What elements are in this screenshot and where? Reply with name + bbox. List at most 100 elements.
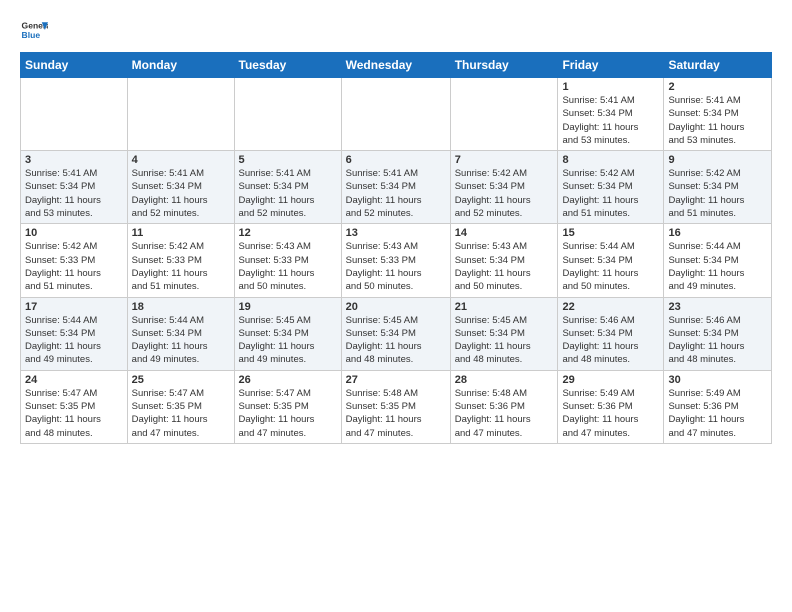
day-info: Sunrise: 5:41 AMSunset: 5:34 PMDaylight:…: [562, 94, 659, 147]
day-number: 8: [562, 154, 659, 166]
day-number: 24: [25, 374, 123, 386]
day-info: Sunrise: 5:44 AMSunset: 5:34 PMDaylight:…: [132, 314, 230, 367]
day-number: 20: [346, 301, 446, 313]
day-info: Sunrise: 5:48 AMSunset: 5:35 PMDaylight:…: [346, 387, 446, 440]
calendar-cell: 26Sunrise: 5:47 AMSunset: 5:35 PMDayligh…: [234, 370, 341, 443]
calendar-week-row: 24Sunrise: 5:47 AMSunset: 5:35 PMDayligh…: [21, 370, 772, 443]
day-number: 13: [346, 227, 446, 239]
calendar-cell: 24Sunrise: 5:47 AMSunset: 5:35 PMDayligh…: [21, 370, 128, 443]
day-number: 25: [132, 374, 230, 386]
calendar-cell: 5Sunrise: 5:41 AMSunset: 5:34 PMDaylight…: [234, 151, 341, 224]
day-number: 28: [455, 374, 554, 386]
logo: General Blue: [20, 16, 48, 44]
col-header-sunday: Sunday: [21, 53, 128, 78]
day-number: 21: [455, 301, 554, 313]
calendar-cell: 3Sunrise: 5:41 AMSunset: 5:34 PMDaylight…: [21, 151, 128, 224]
day-info: Sunrise: 5:41 AMSunset: 5:34 PMDaylight:…: [346, 167, 446, 220]
calendar-cell: 1Sunrise: 5:41 AMSunset: 5:34 PMDaylight…: [558, 78, 664, 151]
day-info: Sunrise: 5:46 AMSunset: 5:34 PMDaylight:…: [668, 314, 767, 367]
header: General Blue: [20, 16, 772, 44]
day-info: Sunrise: 5:47 AMSunset: 5:35 PMDaylight:…: [132, 387, 230, 440]
calendar-cell: 30Sunrise: 5:49 AMSunset: 5:36 PMDayligh…: [664, 370, 772, 443]
calendar-cell: 16Sunrise: 5:44 AMSunset: 5:34 PMDayligh…: [664, 224, 772, 297]
calendar-cell: 4Sunrise: 5:41 AMSunset: 5:34 PMDaylight…: [127, 151, 234, 224]
day-number: 9: [668, 154, 767, 166]
calendar-week-row: 17Sunrise: 5:44 AMSunset: 5:34 PMDayligh…: [21, 297, 772, 370]
day-info: Sunrise: 5:42 AMSunset: 5:33 PMDaylight:…: [132, 240, 230, 293]
day-number: 6: [346, 154, 446, 166]
day-info: Sunrise: 5:41 AMSunset: 5:34 PMDaylight:…: [132, 167, 230, 220]
calendar-cell: 8Sunrise: 5:42 AMSunset: 5:34 PMDaylight…: [558, 151, 664, 224]
day-info: Sunrise: 5:45 AMSunset: 5:34 PMDaylight:…: [239, 314, 337, 367]
calendar-cell: 22Sunrise: 5:46 AMSunset: 5:34 PMDayligh…: [558, 297, 664, 370]
col-header-monday: Monday: [127, 53, 234, 78]
calendar-cell: [341, 78, 450, 151]
day-number: 29: [562, 374, 659, 386]
day-number: 14: [455, 227, 554, 239]
calendar-cell: 29Sunrise: 5:49 AMSunset: 5:36 PMDayligh…: [558, 370, 664, 443]
calendar-week-row: 10Sunrise: 5:42 AMSunset: 5:33 PMDayligh…: [21, 224, 772, 297]
col-header-saturday: Saturday: [664, 53, 772, 78]
calendar-cell: [21, 78, 128, 151]
calendar-table: SundayMondayTuesdayWednesdayThursdayFrid…: [20, 52, 772, 444]
calendar-cell: 7Sunrise: 5:42 AMSunset: 5:34 PMDaylight…: [450, 151, 558, 224]
calendar-header-row: SundayMondayTuesdayWednesdayThursdayFrid…: [21, 53, 772, 78]
day-info: Sunrise: 5:47 AMSunset: 5:35 PMDaylight:…: [25, 387, 123, 440]
day-info: Sunrise: 5:45 AMSunset: 5:34 PMDaylight:…: [346, 314, 446, 367]
day-number: 18: [132, 301, 230, 313]
day-info: Sunrise: 5:44 AMSunset: 5:34 PMDaylight:…: [25, 314, 123, 367]
day-number: 27: [346, 374, 446, 386]
day-number: 22: [562, 301, 659, 313]
calendar-cell: 28Sunrise: 5:48 AMSunset: 5:36 PMDayligh…: [450, 370, 558, 443]
calendar-cell: 6Sunrise: 5:41 AMSunset: 5:34 PMDaylight…: [341, 151, 450, 224]
col-header-friday: Friday: [558, 53, 664, 78]
day-info: Sunrise: 5:43 AMSunset: 5:33 PMDaylight:…: [239, 240, 337, 293]
calendar-cell: 11Sunrise: 5:42 AMSunset: 5:33 PMDayligh…: [127, 224, 234, 297]
calendar-cell: 13Sunrise: 5:43 AMSunset: 5:33 PMDayligh…: [341, 224, 450, 297]
calendar-cell: 14Sunrise: 5:43 AMSunset: 5:34 PMDayligh…: [450, 224, 558, 297]
day-info: Sunrise: 5:43 AMSunset: 5:33 PMDaylight:…: [346, 240, 446, 293]
day-info: Sunrise: 5:45 AMSunset: 5:34 PMDaylight:…: [455, 314, 554, 367]
svg-text:Blue: Blue: [22, 30, 41, 40]
day-number: 23: [668, 301, 767, 313]
calendar-cell: 19Sunrise: 5:45 AMSunset: 5:34 PMDayligh…: [234, 297, 341, 370]
day-number: 2: [668, 81, 767, 93]
calendar-cell: [450, 78, 558, 151]
day-info: Sunrise: 5:43 AMSunset: 5:34 PMDaylight:…: [455, 240, 554, 293]
calendar-cell: 18Sunrise: 5:44 AMSunset: 5:34 PMDayligh…: [127, 297, 234, 370]
calendar-cell: [127, 78, 234, 151]
calendar-week-row: 1Sunrise: 5:41 AMSunset: 5:34 PMDaylight…: [21, 78, 772, 151]
calendar-cell: 20Sunrise: 5:45 AMSunset: 5:34 PMDayligh…: [341, 297, 450, 370]
day-info: Sunrise: 5:42 AMSunset: 5:33 PMDaylight:…: [25, 240, 123, 293]
day-number: 15: [562, 227, 659, 239]
col-header-tuesday: Tuesday: [234, 53, 341, 78]
day-number: 26: [239, 374, 337, 386]
day-info: Sunrise: 5:46 AMSunset: 5:34 PMDaylight:…: [562, 314, 659, 367]
calendar-cell: 21Sunrise: 5:45 AMSunset: 5:34 PMDayligh…: [450, 297, 558, 370]
day-number: 17: [25, 301, 123, 313]
day-info: Sunrise: 5:42 AMSunset: 5:34 PMDaylight:…: [562, 167, 659, 220]
day-info: Sunrise: 5:47 AMSunset: 5:35 PMDaylight:…: [239, 387, 337, 440]
calendar-cell: 9Sunrise: 5:42 AMSunset: 5:34 PMDaylight…: [664, 151, 772, 224]
day-info: Sunrise: 5:41 AMSunset: 5:34 PMDaylight:…: [239, 167, 337, 220]
day-number: 4: [132, 154, 230, 166]
calendar-week-row: 3 Sunrise: 5:41 AMSunset: 5:34 PMDaylight…: [21, 151, 772, 224]
calendar-cell: 23Sunrise: 5:46 AMSunset: 5:34 PMDayligh…: [664, 297, 772, 370]
day-number: 1: [562, 81, 659, 93]
day-number: 12: [239, 227, 337, 239]
day-info: Sunrise: 5:49 AMSunset: 5:36 PMDaylight:…: [668, 387, 767, 440]
day-number: 7: [455, 154, 554, 166]
day-info: Sunrise: 5:41 AMSunset: 5:34 PMDaylight:…: [668, 94, 767, 147]
day-number: 10: [25, 227, 123, 239]
day-info: Sunrise: 5:49 AMSunset: 5:36 PMDaylight:…: [562, 387, 659, 440]
page: General Blue SundayMondayTuesdayWednesda…: [0, 0, 792, 456]
logo-icon: General Blue: [20, 16, 48, 44]
calendar-cell: 12Sunrise: 5:43 AMSunset: 5:33 PMDayligh…: [234, 224, 341, 297]
day-info: Sunrise: 5:42 AMSunset: 5:34 PMDaylight:…: [455, 167, 554, 220]
calendar-cell: 10Sunrise: 5:42 AMSunset: 5:33 PMDayligh…: [21, 224, 128, 297]
day-number: 30: [668, 374, 767, 386]
calendar-cell: 2Sunrise: 5:41 AMSunset: 5:34 PMDaylight…: [664, 78, 772, 151]
day-number: 16: [668, 227, 767, 239]
day-number: 3: [25, 154, 123, 166]
day-info: Sunrise: 5:42 AMSunset: 5:34 PMDaylight:…: [668, 167, 767, 220]
